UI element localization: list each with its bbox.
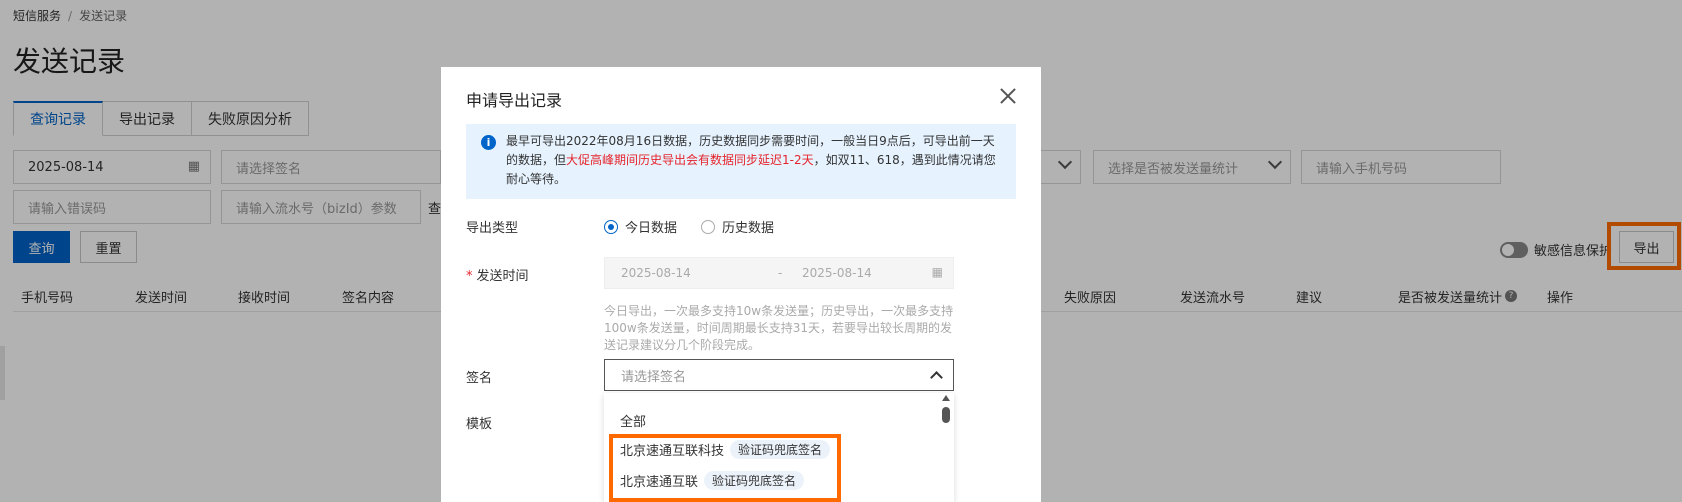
signature-select-placeholder: 请选择签名 xyxy=(621,369,687,385)
dropdown-scrollbar[interactable] xyxy=(942,407,950,423)
info-notice: i 最早可导出2022年08月16日数据，历史数据同步需要时间，一般当日9点后，… xyxy=(466,124,1016,199)
range-separator: - xyxy=(778,266,783,280)
chevron-up-icon xyxy=(930,371,943,384)
notice-text-warning: 大促高峰期间历史导出会有数据同步延迟1-2天 xyxy=(566,153,814,167)
export-type-label: 导出类型 xyxy=(466,221,519,236)
info-icon: i xyxy=(481,135,496,150)
export-type-radio-group: 今日数据 历史数据 xyxy=(604,217,798,236)
close-icon[interactable] xyxy=(999,87,1017,105)
date-range-picker[interactable]: 2025-08-14 - 2025-08-14 ▦ xyxy=(604,257,954,289)
option-name: 全部 xyxy=(620,415,647,430)
dropdown-option-all[interactable]: 全部 xyxy=(620,411,646,430)
template-label: 模板 xyxy=(466,417,493,432)
dialog-title: 申请导出记录 xyxy=(466,91,563,110)
signature-label: 签名 xyxy=(466,371,493,386)
radio-history-label[interactable]: 历史数据 xyxy=(722,217,774,236)
required-mark: * xyxy=(466,269,473,284)
radio-today-label[interactable]: 今日数据 xyxy=(625,217,677,236)
end-date: 2025-08-14 xyxy=(802,266,872,280)
send-time-label: * 发送时间 xyxy=(466,265,529,284)
dropdown-options-highlight xyxy=(609,434,841,502)
radio-today[interactable] xyxy=(604,219,618,234)
scroll-up-arrow-icon[interactable] xyxy=(942,395,950,401)
signature-select[interactable]: 请选择签名 xyxy=(604,359,954,391)
start-date: 2025-08-14 xyxy=(621,266,691,280)
calendar-icon: ▦ xyxy=(931,265,943,279)
export-limit-hint: 今日导出，一次最多支持10w条发送量；历史导出，一次最多支持100w条发送量，时… xyxy=(604,304,954,352)
radio-history[interactable] xyxy=(701,219,716,234)
send-time-label-text: 发送时间 xyxy=(476,269,529,284)
